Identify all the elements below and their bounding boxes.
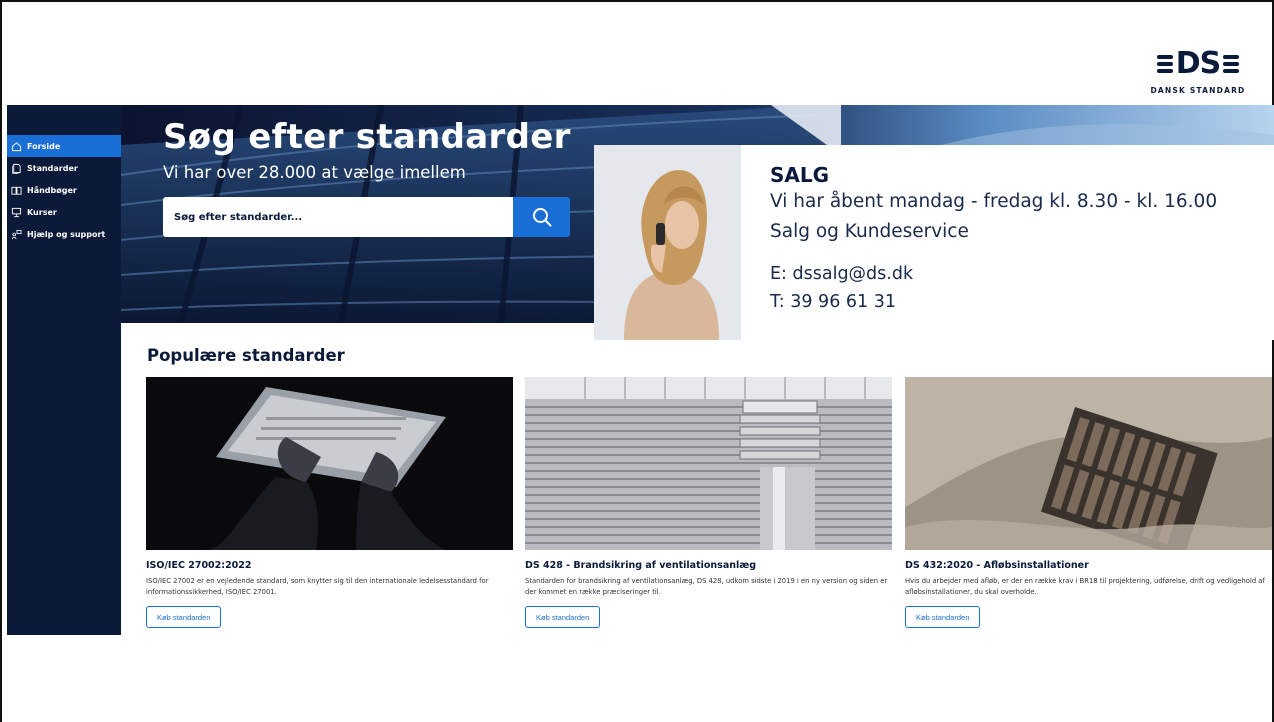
card-description: Hvis du arbejder med afløb, er der en ræ… bbox=[905, 577, 1265, 596]
wave-lines-icon bbox=[1223, 55, 1240, 73]
document-icon bbox=[12, 163, 21, 174]
buy-standard-button[interactable]: Køb standarden bbox=[905, 606, 981, 628]
card-title[interactable]: ISO/IEC 27002:2022 bbox=[146, 560, 513, 571]
laptop-hacker-image[interactable] bbox=[146, 377, 513, 550]
sales-person-photo bbox=[594, 145, 741, 340]
sales-title: SALG bbox=[770, 163, 830, 187]
popular-heading: Populære standarder bbox=[147, 346, 345, 365]
card-title[interactable]: DS 428 - Brandsikring af ventilationsanl… bbox=[525, 560, 892, 571]
home-icon bbox=[11, 141, 22, 151]
department-name: Salg og Kundeservice bbox=[770, 221, 969, 242]
sidebar-item-label: Kurser bbox=[27, 207, 57, 217]
sidebar-item-standarder[interactable]: Standarder bbox=[7, 157, 121, 179]
card-description: Standarden for brandsikring af ventilati… bbox=[525, 577, 888, 596]
search-button[interactable] bbox=[513, 197, 570, 237]
sidebar-item-label: Standarder bbox=[27, 163, 78, 173]
sidebar-item-forside[interactable]: Forside bbox=[7, 135, 121, 157]
support-icon bbox=[11, 229, 22, 239]
search-input[interactable] bbox=[163, 197, 513, 237]
sidebar-item-label: Håndbøger bbox=[27, 185, 77, 195]
standard-card: DS 428 - Brandsikring af ventilationsanl… bbox=[525, 377, 892, 628]
card-description: ISO/IEC 27002 er en vejledende standard,… bbox=[146, 577, 489, 596]
sidebar-item-hjaelp[interactable]: Hjælp og support bbox=[7, 223, 121, 245]
card-title[interactable]: DS 432:2020 - Afløbsinstallationer bbox=[905, 560, 1272, 571]
standard-card: DS 432:2020 - Afløbsinstallationer Hvis … bbox=[905, 377, 1272, 628]
search-bar bbox=[163, 197, 570, 237]
presentation-icon bbox=[11, 207, 22, 217]
sidebar-item-handbooger[interactable]: Håndbøger bbox=[7, 179, 121, 201]
standard-card: ISO/IEC 27002:2022 ISO/IEC 27002 er en v… bbox=[146, 377, 513, 628]
sidebar-item-kurser[interactable]: Kurser bbox=[7, 201, 121, 223]
ds-logo[interactable]: DS DANSK STANDARD bbox=[1148, 48, 1248, 104]
ventilation-image[interactable] bbox=[525, 377, 892, 550]
sales-phone[interactable]: T: 39 96 61 31 bbox=[770, 288, 1217, 316]
sales-contact-card: SALG Vi har åbent mandag - fredag kl. 8.… bbox=[594, 145, 1274, 340]
search-icon bbox=[532, 208, 551, 227]
sales-info: SALG Vi har åbent mandag - fredag kl. 8.… bbox=[770, 145, 1217, 316]
sales-email[interactable]: E: dssalg@ds.dk bbox=[770, 260, 1217, 288]
wave-lines-icon bbox=[1156, 55, 1173, 73]
sidebar: Forside Standarder Håndbøger Kurser Hjæl… bbox=[7, 105, 121, 635]
sidebar-item-label: Hjælp og support bbox=[27, 229, 106, 239]
drain-image[interactable] bbox=[905, 377, 1272, 550]
logo-subtitle: DANSK STANDARD bbox=[1150, 86, 1246, 95]
buy-standard-button[interactable]: Køb standarden bbox=[525, 606, 601, 628]
buy-standard-button[interactable]: Køb standarden bbox=[146, 606, 222, 628]
hero-title: Søg efter standarder bbox=[163, 117, 571, 157]
hero-subtitle: Vi har over 28.000 at vælge imellem bbox=[163, 163, 466, 182]
sidebar-item-label: Forside bbox=[27, 141, 61, 151]
logo-text: DS bbox=[1175, 46, 1222, 81]
book-icon bbox=[11, 186, 22, 195]
opening-hours: Vi har åbent mandag - fredag kl. 8.30 - … bbox=[770, 191, 1218, 212]
